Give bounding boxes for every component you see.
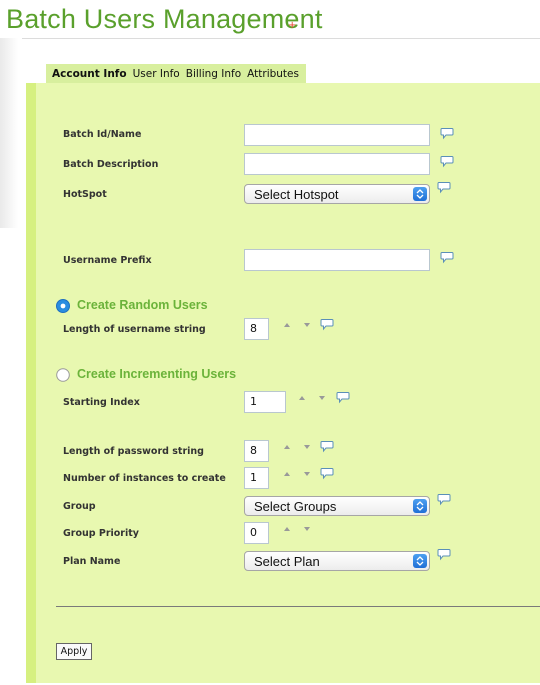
create-random-radio[interactable] <box>56 299 70 313</box>
batch-description-input[interactable] <box>244 153 430 175</box>
starting-index-down-icon[interactable] <box>317 393 327 403</box>
group-priority-up-icon[interactable] <box>282 524 292 534</box>
password-length-up-icon[interactable] <box>282 442 292 452</box>
starting-index-input[interactable]: 1 <box>244 391 286 413</box>
username-length-up-icon[interactable] <box>282 320 292 330</box>
group-label: Group <box>63 501 96 512</box>
starting-index-help-icon[interactable] <box>336 391 350 404</box>
password-length-help-icon[interactable] <box>320 440 334 453</box>
instances-input[interactable]: 1 <box>244 467 269 489</box>
username-prefix-label: Username Prefix <box>63 255 152 266</box>
username-length-label: Length of username string <box>63 324 206 335</box>
group-chevron-icon <box>413 499 427 513</box>
group-priority-down-icon[interactable] <box>302 524 312 534</box>
page-title: Batch Users Management <box>6 4 323 34</box>
group-select-value: Select Groups <box>254 499 337 514</box>
username-prefix-input[interactable] <box>244 249 430 271</box>
create-incrementing-label: Create Incrementing Users <box>77 367 237 381</box>
batch-id-label: Batch Id/Name <box>63 129 142 140</box>
tab-attributes[interactable]: Attributes <box>244 68 302 80</box>
username-length-input[interactable]: 8 <box>244 318 269 340</box>
starting-index-label: Starting Index <box>63 397 140 408</box>
username-prefix-help-icon[interactable] <box>440 251 454 264</box>
plan-name-help-icon[interactable] <box>437 548 451 561</box>
instances-help-icon[interactable] <box>320 467 334 480</box>
plan-name-select-value: Select Plan <box>254 554 320 569</box>
create-incrementing-radio[interactable] <box>56 368 70 382</box>
tab-bar: Account Info User Info Billing Info Attr… <box>46 64 306 83</box>
hotspot-label: HotSpot <box>63 189 107 200</box>
plan-name-chevron-icon <box>413 554 427 568</box>
instances-up-icon[interactable] <box>282 469 292 479</box>
batch-description-help-icon[interactable] <box>440 155 454 168</box>
group-priority-input[interactable]: 0 <box>244 522 269 544</box>
form-divider <box>56 606 540 607</box>
hotspot-select[interactable]: Select Hotspot <box>244 184 430 204</box>
batch-description-label: Batch Description <box>63 159 159 170</box>
instances-down-icon[interactable] <box>302 469 312 479</box>
tab-billing-info[interactable]: Billing Info <box>183 68 244 80</box>
batch-id-help-icon[interactable] <box>440 127 454 140</box>
password-length-input[interactable]: 8 <box>244 440 269 462</box>
password-length-label: Length of password string <box>63 446 204 457</box>
plan-name-label: Plan Name <box>63 556 121 567</box>
instances-label: Number of instances to create <box>63 473 226 484</box>
hotspot-select-value: Select Hotspot <box>254 187 339 202</box>
apply-button[interactable]: Apply <box>56 643 92 660</box>
hotspot-help-icon[interactable] <box>437 181 451 194</box>
title-divider <box>22 38 540 39</box>
hotspot-chevron-icon <box>413 187 427 201</box>
password-length-down-icon[interactable] <box>302 442 312 452</box>
plan-name-select[interactable]: Select Plan <box>244 551 430 571</box>
left-edge-shadow <box>0 38 18 228</box>
tab-user-info[interactable]: User Info <box>130 68 183 80</box>
group-priority-label: Group Priority <box>63 528 139 539</box>
username-length-help-icon[interactable] <box>320 318 334 331</box>
group-select[interactable]: Select Groups <box>244 496 430 516</box>
group-help-icon[interactable] <box>437 493 451 506</box>
batch-users-page: Batch Users Management + Account Info Us… <box>0 0 540 685</box>
title-marker: + <box>288 20 297 31</box>
username-length-down-icon[interactable] <box>302 320 312 330</box>
batch-id-input[interactable] <box>244 124 430 146</box>
tab-account-info[interactable]: Account Info <box>46 68 130 80</box>
create-random-label: Create Random Users <box>77 298 208 312</box>
starting-index-up-icon[interactable] <box>297 393 307 403</box>
